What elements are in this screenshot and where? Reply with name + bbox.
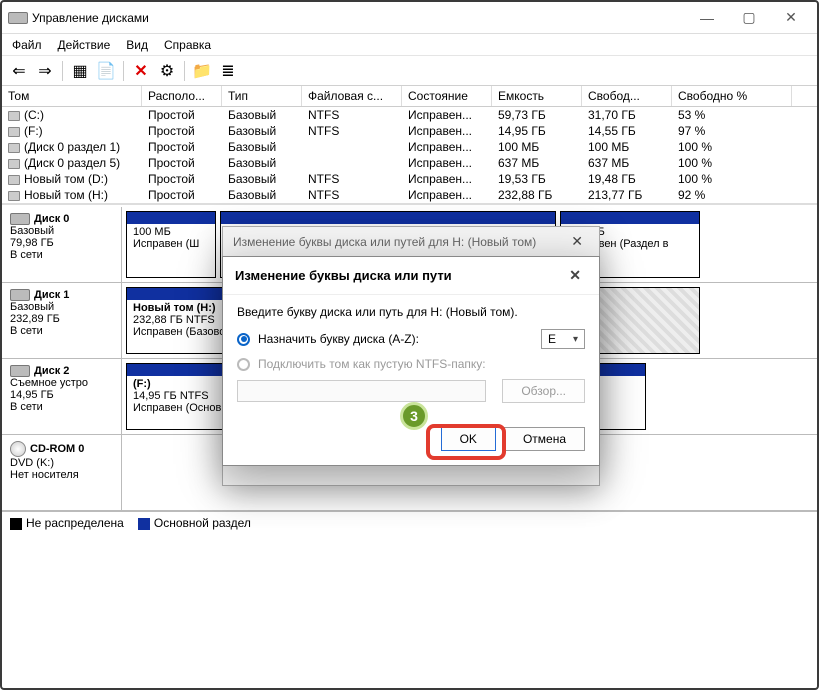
close-icon[interactable]: ✕ bbox=[563, 267, 587, 284]
minimize-button[interactable]: — bbox=[687, 4, 727, 32]
back-button[interactable]: ⇐ bbox=[8, 60, 30, 82]
label-mount-folder: Подключить том как пустую NTFS-папку: bbox=[258, 357, 486, 371]
mount-path-input bbox=[237, 380, 486, 402]
table-row[interactable]: (Диск 0 раздел 5)ПростойБазовыйИсправен.… bbox=[2, 155, 817, 171]
up-button[interactable]: ▦ bbox=[69, 60, 91, 82]
props-button[interactable]: 📄 bbox=[95, 60, 117, 82]
legend-unalloc: Не распределена bbox=[26, 516, 124, 530]
label-assign-letter: Назначить букву диска (A-Z): bbox=[258, 332, 419, 346]
col-capacity[interactable]: Емкость bbox=[492, 86, 582, 106]
action1-button[interactable]: ⚙ bbox=[156, 60, 178, 82]
table-row[interactable]: Новый том (H:)ПростойБазовыйNTFSИсправен… bbox=[2, 187, 817, 203]
cancel-button[interactable]: Отмена bbox=[504, 427, 585, 451]
drive-letter-select[interactable]: E ▾ bbox=[541, 329, 585, 349]
col-status[interactable]: Состояние bbox=[402, 86, 492, 106]
dialog-prompt: Введите букву диска или путь для H: (Нов… bbox=[237, 305, 585, 319]
col-freepct[interactable]: Свободно % bbox=[672, 86, 792, 106]
table-row[interactable]: (C:)ПростойБазовыйNTFSИсправен...59,73 Г… bbox=[2, 107, 817, 123]
close-button[interactable]: ✕ bbox=[771, 4, 811, 32]
disk-icon bbox=[10, 213, 30, 225]
list-button[interactable]: ≣ bbox=[217, 60, 239, 82]
titlebar: Управление дисками — ▢ ✕ bbox=[2, 2, 817, 34]
menubar: Файл Действие Вид Справка bbox=[2, 34, 817, 56]
maximize-button[interactable]: ▢ bbox=[729, 4, 769, 32]
table-body: (C:)ПростойБазовыйNTFSИсправен...59,73 Г… bbox=[2, 107, 817, 203]
browse-button: Обзор... bbox=[502, 379, 585, 403]
dialog-change-letter: Изменение буквы диска или пути ✕ Введите… bbox=[222, 256, 600, 466]
close-icon[interactable]: ✕ bbox=[565, 233, 589, 250]
refresh-button[interactable]: 📁 bbox=[191, 60, 213, 82]
col-volume[interactable]: Том bbox=[2, 86, 142, 106]
ok-button[interactable]: OK bbox=[441, 427, 496, 451]
forward-button[interactable]: ⇒ bbox=[34, 60, 56, 82]
radio-assign-letter[interactable] bbox=[237, 333, 250, 346]
col-filesystem[interactable]: Файловая с... bbox=[302, 86, 402, 106]
menu-view[interactable]: Вид bbox=[126, 38, 148, 52]
menu-file[interactable]: Файл bbox=[12, 38, 42, 52]
menu-help[interactable]: Справка bbox=[164, 38, 211, 52]
app-icon bbox=[8, 12, 28, 24]
volume-icon bbox=[8, 143, 20, 153]
volume-icon bbox=[8, 127, 20, 137]
dvd-icon bbox=[10, 441, 26, 457]
table-row[interactable]: (F:)ПростойБазовыйNTFSИсправен...14,95 Г… bbox=[2, 123, 817, 139]
legend-primary: Основной раздел bbox=[154, 516, 251, 530]
disk-icon bbox=[10, 289, 30, 301]
volume-icon bbox=[8, 111, 20, 121]
volume-icon bbox=[8, 175, 20, 185]
step-badge: 3 bbox=[400, 402, 428, 430]
volume-block[interactable]: 100 МБИсправен (Ш bbox=[126, 211, 216, 278]
chevron-down-icon: ▾ bbox=[573, 334, 578, 345]
window-title: Управление дисками bbox=[32, 11, 687, 25]
dialog-title: Изменение буквы диска или путей для H: (… bbox=[233, 235, 536, 249]
delete-button[interactable]: ✕ bbox=[130, 60, 152, 82]
dialog-inner-title: Изменение буквы диска или пути bbox=[235, 268, 452, 283]
volume-icon bbox=[8, 159, 20, 169]
table-row[interactable]: (Диск 0 раздел 1)ПростойБазовыйИсправен.… bbox=[2, 139, 817, 155]
legend: Не распределена Основной раздел bbox=[2, 511, 817, 534]
disk-icon bbox=[10, 365, 30, 377]
col-layout[interactable]: Располо... bbox=[142, 86, 222, 106]
table-header: Том Располо... Тип Файловая с... Состоян… bbox=[2, 86, 817, 107]
drive-letter-value: E bbox=[548, 332, 556, 346]
col-free[interactable]: Свобод... bbox=[582, 86, 672, 106]
menu-action[interactable]: Действие bbox=[58, 38, 111, 52]
volume-icon bbox=[8, 191, 20, 201]
radio-mount-folder[interactable] bbox=[237, 358, 250, 371]
table-row[interactable]: Новый том (D:)ПростойБазовыйNTFSИсправен… bbox=[2, 171, 817, 187]
col-type[interactable]: Тип bbox=[222, 86, 302, 106]
toolbar: ⇐ ⇒ ▦ 📄 ✕ ⚙ 📁 ≣ bbox=[2, 56, 817, 86]
